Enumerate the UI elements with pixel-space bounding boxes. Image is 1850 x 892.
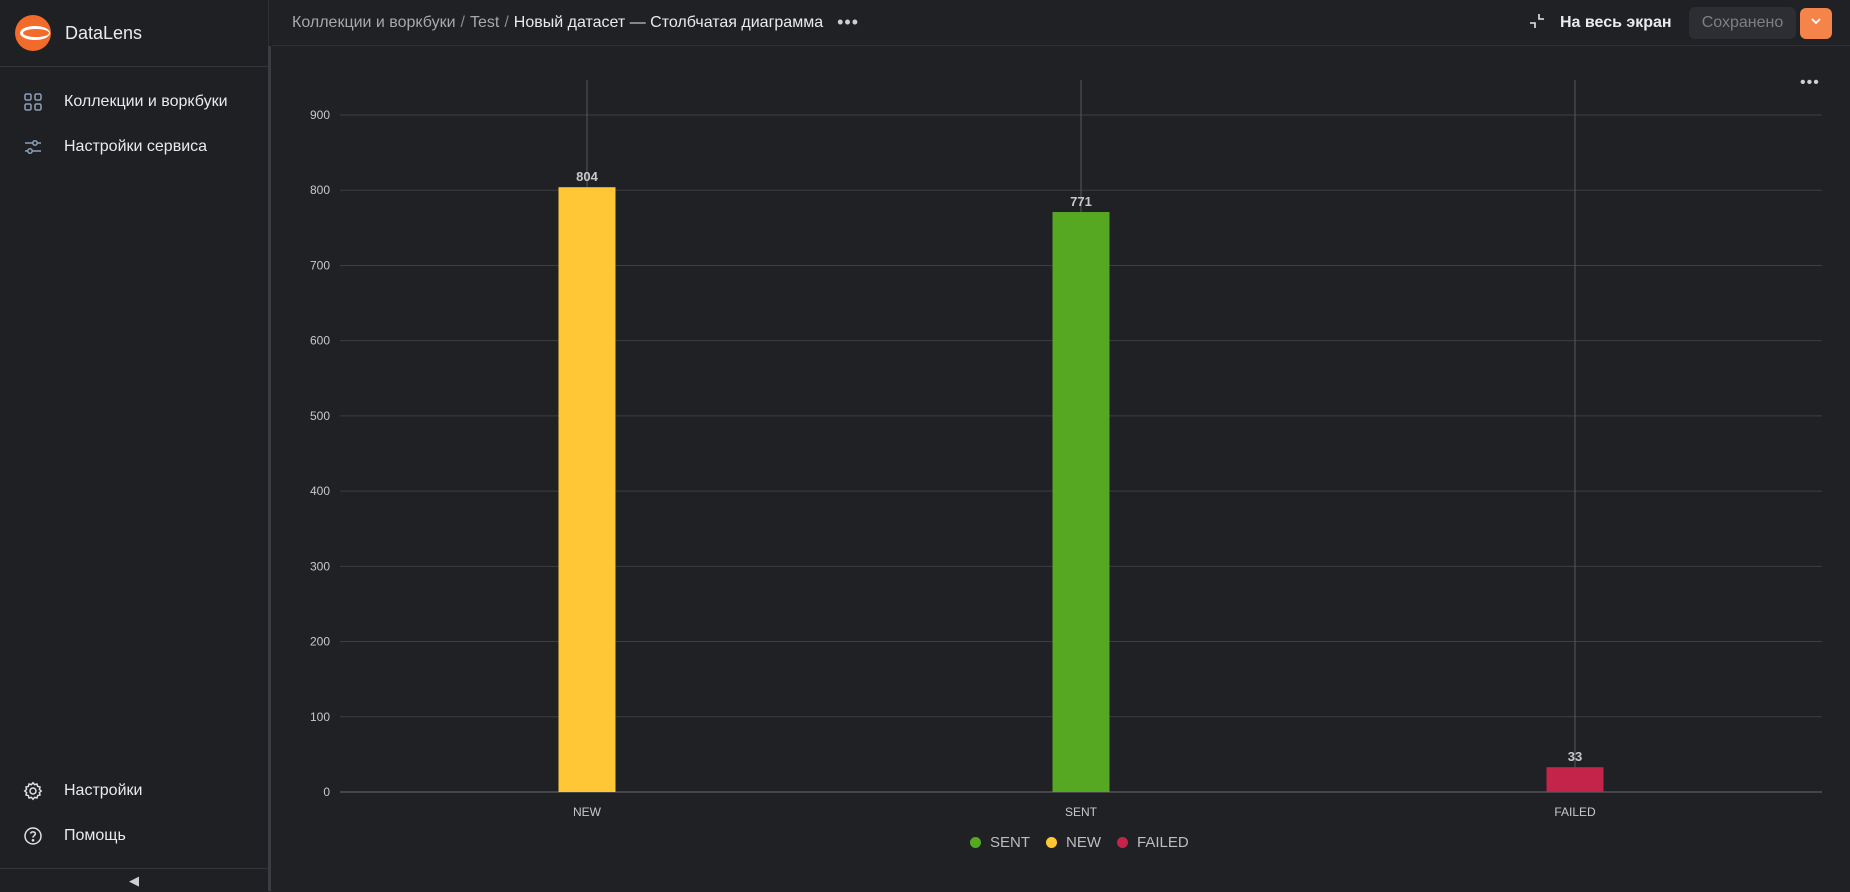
- sidebar-item-label: Помощь: [64, 827, 126, 844]
- y-tick-label: 800: [310, 183, 330, 197]
- brand-name: DataLens: [65, 22, 143, 43]
- sidebar-item-settings[interactable]: Настройки: [0, 771, 268, 811]
- brand[interactable]: DataLens: [15, 14, 142, 52]
- sidebar-resize-handle[interactable]: [268, 46, 271, 891]
- data-label: 804: [576, 169, 598, 184]
- legend-item[interactable]: SENT: [970, 834, 1030, 851]
- bar: [1052, 212, 1110, 792]
- sidebar-divider: [0, 66, 268, 67]
- fullscreen-button[interactable]: На весь экран: [1528, 0, 1672, 46]
- bar: [1546, 767, 1604, 792]
- save-options-button[interactable]: [1800, 8, 1832, 39]
- y-tick-label: 700: [310, 258, 330, 272]
- saved-button[interactable]: Сохранено: [1689, 7, 1796, 39]
- help-icon: [22, 825, 44, 847]
- legend-label: SENT: [990, 834, 1031, 851]
- y-tick-label: 600: [310, 334, 330, 348]
- y-tick-label: 0: [323, 785, 330, 799]
- y-tick-label: 900: [310, 108, 330, 122]
- bar: [558, 187, 616, 793]
- chart-legend: SENT NEW FAILED: [970, 834, 1205, 851]
- legend-label: NEW: [1066, 834, 1102, 851]
- chevron-down-icon: [1809, 14, 1823, 33]
- more-actions-icon[interactable]: •••: [837, 12, 859, 33]
- gear-icon: [22, 780, 44, 802]
- legend-dot-icon: [1046, 837, 1058, 848]
- sidebar-item-service-settings[interactable]: Настройки сервиса: [0, 127, 268, 167]
- x-tick-label: SENT: [1065, 805, 1098, 819]
- breadcrumb-collections[interactable]: Коллекции и воркбуки: [292, 14, 456, 32]
- header: Коллекции и воркбуки / Test / Новый дата…: [272, 0, 1850, 46]
- bar-chart: 0 100 200 300 400 500 600 700 800 900 804 NEW 771 SEN…: [310, 80, 1822, 819]
- y-tick-label: 500: [310, 409, 330, 423]
- breadcrumb-separator: /: [460, 13, 465, 31]
- sidebar: DataLens Коллекции и воркбуки Настройки …: [0, 0, 271, 892]
- legend-label: FAILED: [1137, 834, 1189, 851]
- legend-dot-icon: [1117, 837, 1129, 848]
- breadcrumb: Коллекции и воркбуки / Test / Новый дата…: [292, 12, 859, 33]
- fullscreen-icon: [1528, 12, 1546, 35]
- sidebar-item-label: Настройки: [64, 782, 143, 799]
- sidebar-collapse-button[interactable]: ◀: [0, 868, 268, 892]
- datalens-logo-icon: [15, 15, 51, 51]
- page-title: Новый датасет — Столбчатая диаграмма: [513, 13, 824, 31]
- y-tick-label: 400: [310, 484, 330, 498]
- fullscreen-label: На весь экран: [1560, 14, 1672, 31]
- sidebar-item-help[interactable]: Помощь: [0, 816, 268, 856]
- data-label: 771: [1070, 194, 1092, 209]
- sidebar-item-label: Настройки сервиса: [64, 138, 208, 155]
- chart-menu-icon[interactable]: •••: [1800, 74, 1820, 92]
- y-tick-label: 100: [310, 710, 330, 724]
- legend-dot-icon: [970, 837, 981, 848]
- breadcrumb-separator: /: [504, 13, 509, 31]
- data-label: 33: [1568, 749, 1582, 764]
- x-tick-label: NEW: [573, 805, 602, 819]
- y-tick-label: 300: [310, 559, 330, 573]
- sidebar-item-label: Коллекции и воркбуки: [64, 93, 228, 110]
- x-tick-label: FAILED: [1554, 805, 1596, 819]
- breadcrumb-test[interactable]: Test: [470, 14, 499, 32]
- sliders-icon: [22, 136, 44, 158]
- y-tick-label: 200: [310, 635, 330, 649]
- collapse-arrow-icon: ◀: [129, 872, 139, 888]
- grid-icon: [22, 91, 44, 113]
- sidebar-item-collections[interactable]: Коллекции и воркбуки: [0, 82, 268, 122]
- legend-item[interactable]: FAILED: [1117, 834, 1189, 851]
- legend-item[interactable]: NEW: [1046, 834, 1101, 851]
